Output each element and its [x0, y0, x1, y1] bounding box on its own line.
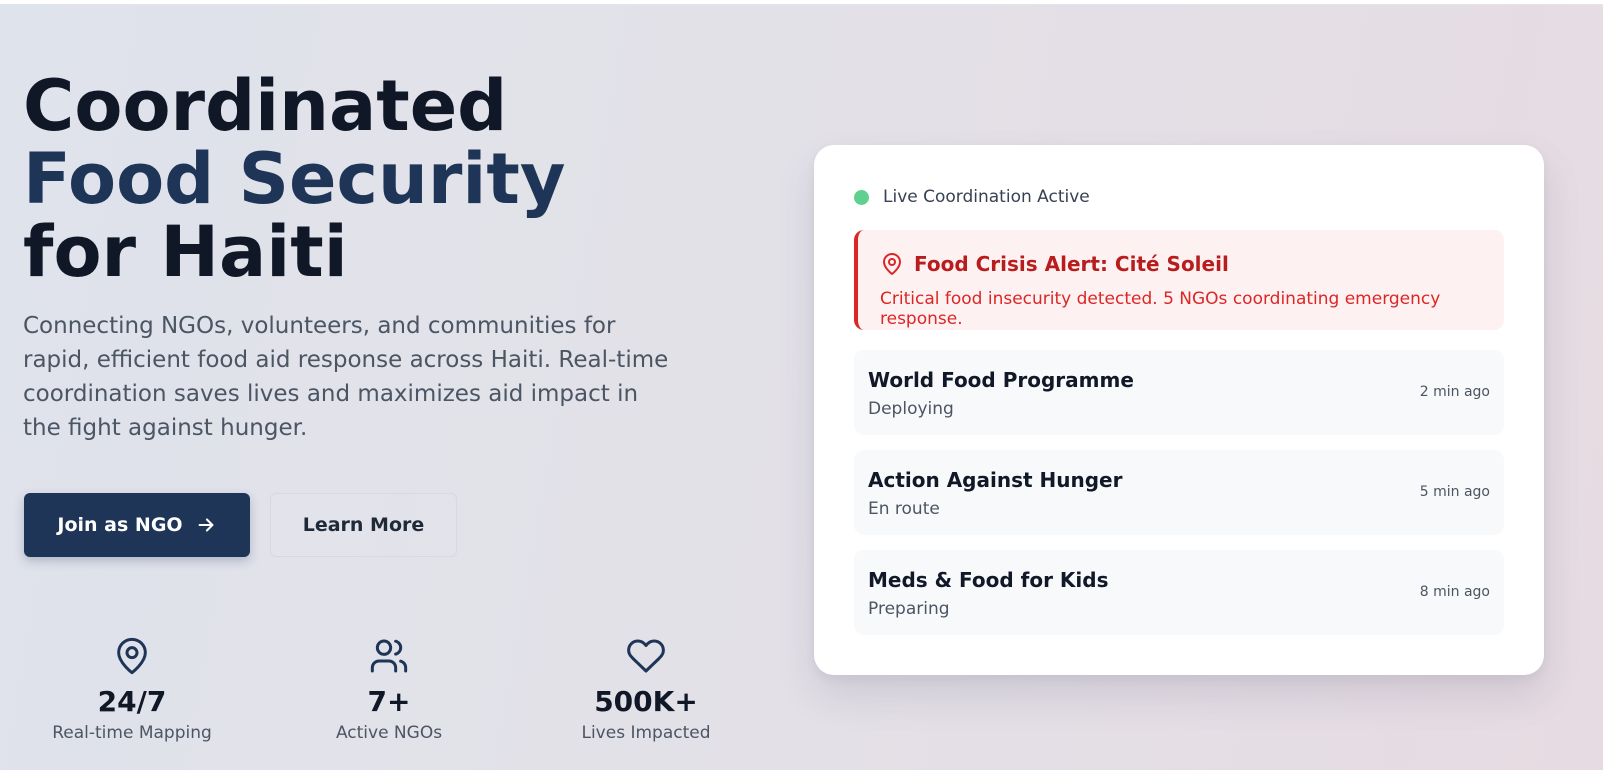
join-as-ngo-label: Join as NGO	[57, 514, 183, 536]
users-icon	[370, 639, 408, 673]
activity-org-name: Action Against Hunger	[868, 468, 1123, 492]
activity-item[interactable]: Action Against Hunger En route 5 min ago	[854, 450, 1504, 535]
top-border	[0, 0, 1603, 5]
activity-item[interactable]: World Food Programme Deploying 2 min ago	[854, 350, 1504, 435]
activity-item[interactable]: Meds & Food for Kids Preparing 8 min ago	[854, 550, 1504, 635]
activity-time: 5 min ago	[1419, 484, 1490, 500]
hero-headline: Coordinated Food Security for Haiti	[23, 70, 565, 289]
stat-label: Active NGOs	[335, 723, 443, 743]
activity-status: Deploying	[868, 399, 954, 419]
stat-label: Real-time Mapping	[52, 723, 212, 743]
learn-more-button[interactable]: Learn More	[270, 493, 457, 557]
activity-time: 8 min ago	[1419, 584, 1490, 600]
stat-value: 24/7	[97, 685, 167, 718]
stat-lives-impacted: 500K+ Lives Impacted	[536, 636, 756, 744]
activity-org-name: Meds & Food for Kids	[868, 568, 1109, 592]
map-pin-icon	[117, 637, 147, 675]
activity-status: Preparing	[868, 599, 950, 619]
crisis-alert[interactable]: Food Crisis Alert: Cité Soleil Critical …	[854, 230, 1504, 330]
stat-label: Lives Impacted	[581, 723, 711, 743]
join-as-ngo-button[interactable]: Join as NGO	[24, 493, 250, 557]
stat-realtime-mapping: 24/7 Real-time Mapping	[22, 636, 242, 744]
map-pin-icon	[883, 253, 901, 275]
learn-more-label: Learn More	[302, 514, 425, 536]
headline-line-1: Coordinated	[23, 65, 508, 147]
live-status: Live Coordination Active	[854, 187, 1090, 207]
live-status-dot	[854, 189, 869, 205]
stat-value: 7+	[367, 685, 411, 718]
arrow-right-icon	[198, 518, 214, 532]
activity-status: En route	[868, 499, 940, 519]
heart-icon	[627, 639, 665, 673]
activity-time: 2 min ago	[1419, 384, 1490, 400]
hero-subtitle: Connecting NGOs, volunteers, and communi…	[23, 313, 669, 441]
live-coordination-card: Live Coordination Active Food Crisis Ale…	[814, 145, 1544, 675]
headline-line-3: for Haiti	[23, 211, 348, 293]
activity-org-name: World Food Programme	[868, 368, 1134, 392]
alert-description: Critical food insecurity detected. 5 NGO…	[880, 289, 1441, 329]
alert-title: Food Crisis Alert: Cité Soleil	[914, 252, 1229, 276]
stat-active-ngos: 7+ Active NGOs	[279, 636, 499, 744]
alert-title-row: Food Crisis Alert: Cité Soleil	[880, 252, 1229, 276]
stat-value: 500K+	[594, 685, 698, 718]
live-status-label: Live Coordination Active	[883, 187, 1090, 207]
headline-line-2: Food Security	[23, 138, 566, 220]
